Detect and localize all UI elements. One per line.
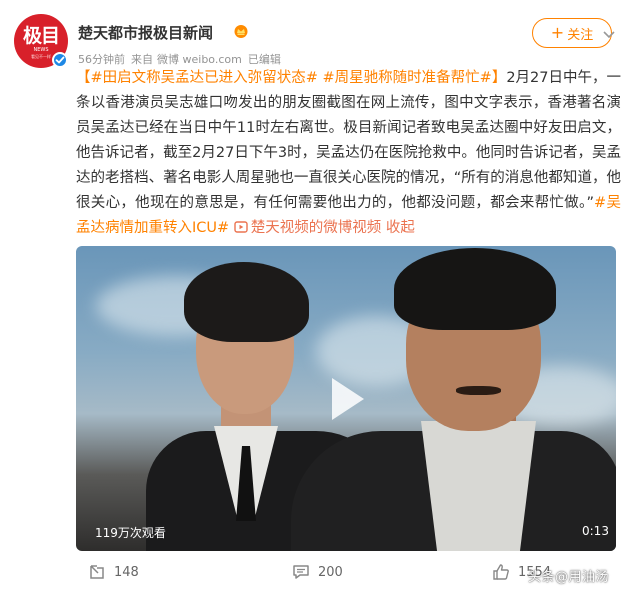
repost-count: 148 (114, 564, 139, 580)
video-link-icon (234, 221, 248, 233)
follow-label: 关注 (567, 27, 594, 43)
comment-count: 200 (318, 564, 343, 580)
comment-icon (293, 565, 309, 579)
video-frame-figure (421, 421, 536, 551)
video-player[interactable]: 119万次观看 0:13 (76, 246, 616, 551)
chevron-down-icon[interactable] (602, 30, 616, 40)
video-frame-figure (456, 386, 501, 395)
post-body-text: 2月27日中午，一条以香港演员吴志雄口吻发出的朋友圈截图在网上流传，图中文字表示… (76, 70, 622, 211)
video-frame-figure (184, 262, 309, 342)
post-source: 微博 weibo.com (157, 53, 242, 66)
post-header: 极目 NEWS 看见不一样 楚天都市报极目新闻 56分钟前 来自 微博 weibo.… (14, 14, 617, 70)
video-view-count: 119万次观看 (95, 526, 166, 540)
bracket-close: 】 (491, 70, 507, 86)
video-link[interactable]: 楚天视频的微博视频 (234, 220, 382, 236)
video-duration: 0:13 (582, 524, 609, 538)
collapse-link[interactable]: 收起 (386, 220, 415, 236)
repost-button[interactable]: 148 (88, 563, 139, 581)
play-icon[interactable] (326, 374, 368, 424)
thumbs-up-icon (493, 564, 509, 580)
edited-label: 已编辑 (247, 53, 281, 66)
verified-badge-icon (52, 52, 68, 68)
hashtag-tian-qiwen[interactable]: #田启文称吴孟达已进入弥留状态# (91, 70, 318, 86)
hashtag-stephen-chow[interactable]: #周星驰称随时准备帮忙# (322, 70, 491, 86)
follow-button[interactable]: + 关注 (532, 18, 612, 48)
source-label: 来自 (131, 53, 153, 66)
repost-icon (90, 565, 104, 579)
comment-button[interactable]: 200 (292, 563, 343, 581)
post-time[interactable]: 56分钟前 (78, 53, 125, 66)
vip-crown-icon (234, 25, 248, 38)
video-link-label: 楚天视频的微博视频 (250, 220, 382, 236)
avatar-logo-text: 极目 (22, 25, 60, 47)
video-frame-figure (394, 248, 556, 330)
bracket-open: 【 (76, 70, 91, 86)
watermark: 头条@用油汤 (528, 570, 610, 585)
post-content: 【#田启文称吴孟达已进入弥留状态# #周星驰称随时准备帮忙#】2月27日中午，一… (76, 66, 621, 241)
post-meta: 56分钟前 来自 微博 weibo.com 已编辑 (78, 51, 287, 67)
plus-icon: + (550, 23, 565, 42)
account-name[interactable]: 楚天都市报极目新闻 (78, 22, 213, 43)
